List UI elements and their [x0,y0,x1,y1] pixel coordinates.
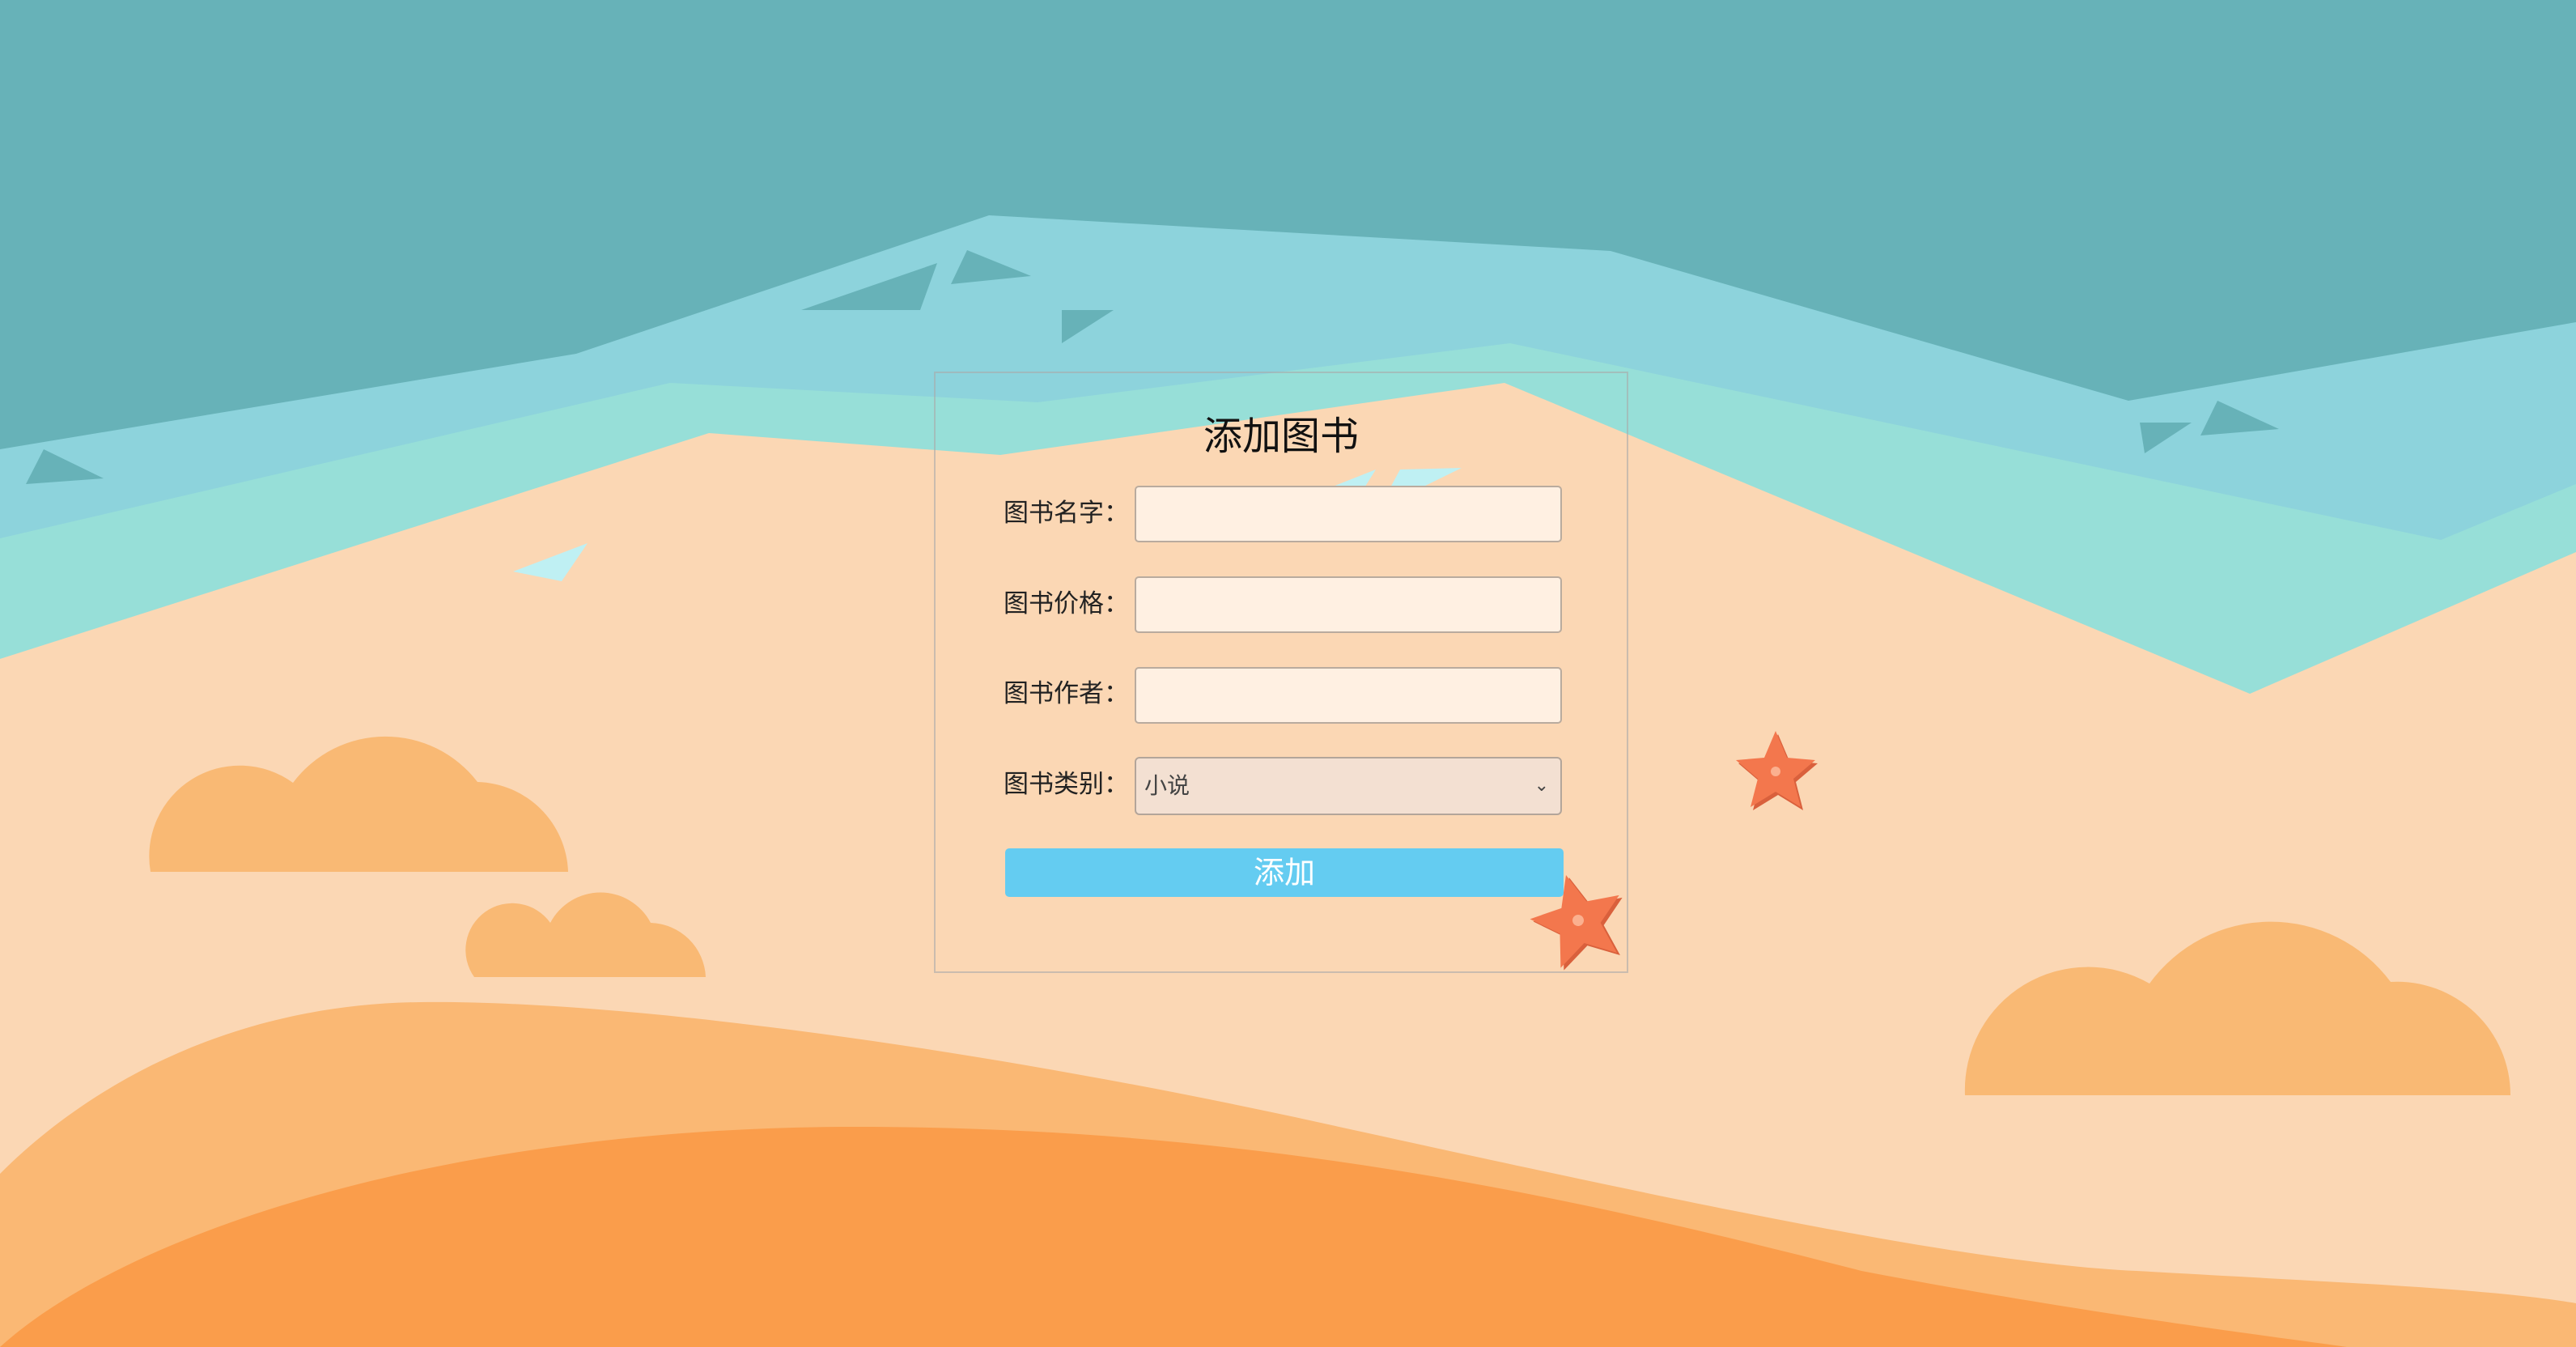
book-name-label: 图书名字： [1004,499,1129,528]
book-author-input[interactable] [1135,667,1562,724]
book-category-select[interactable]: 小说 ⌄ [1135,757,1562,815]
book-name-input[interactable] [1135,486,1562,542]
add-button[interactable]: 添加 [1005,848,1564,897]
book-category-selected: 小说 [1144,772,1190,799]
book-price-label: 图书价格： [1004,589,1129,618]
book-author-label: 图书作者： [1004,679,1129,708]
book-price-input[interactable] [1135,576,1562,633]
book-category-label: 图书类别： [1004,770,1129,799]
add-book-form: 添加图书 图书名字： 图书价格： 图书作者： 图书类别： 小说 ⌄ 添加 [934,372,1628,973]
form-title: 添加图书 [1203,414,1359,459]
chevron-down-icon: ⌄ [1534,775,1549,796]
